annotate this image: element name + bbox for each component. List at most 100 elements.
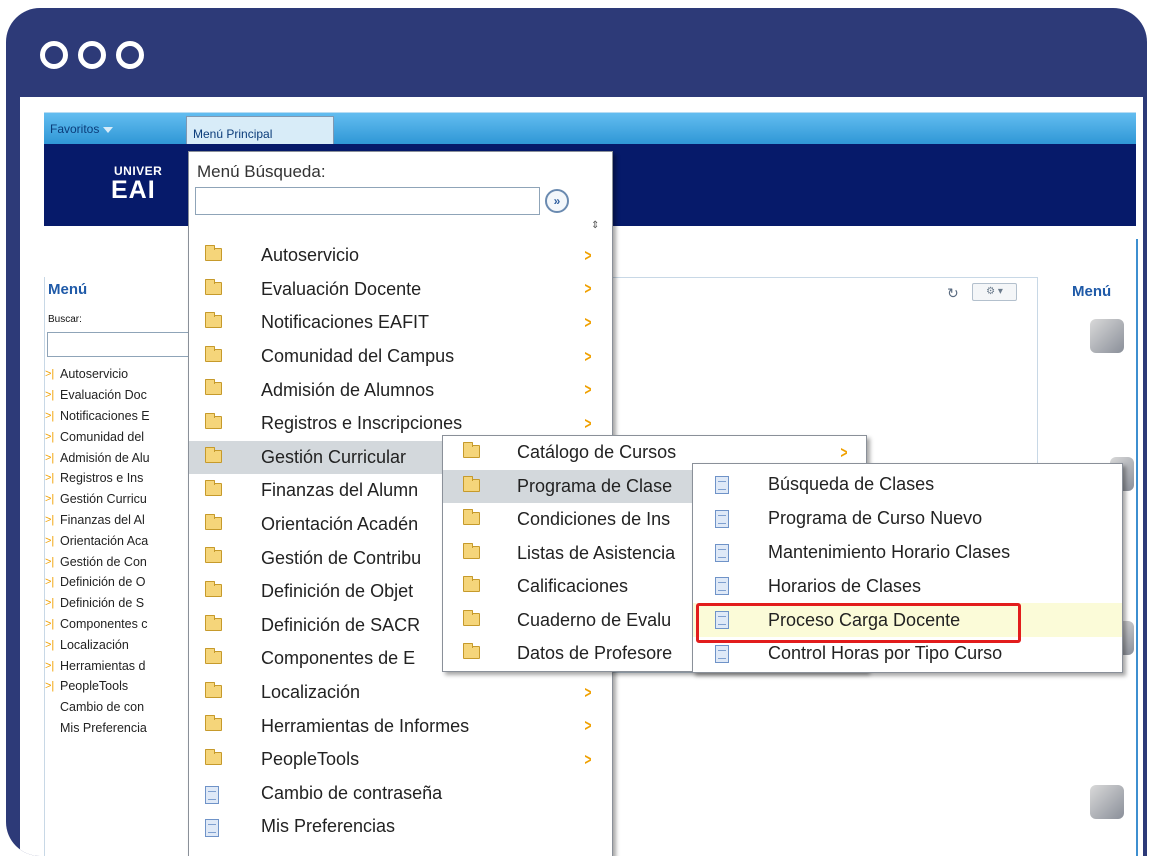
chevron-right-icon: >	[840, 442, 848, 462]
submenu-item-programa-curso-nuevo[interactable]: Programa de Curso Nuevo	[693, 502, 1122, 536]
chevron-right-icon: >	[584, 346, 592, 366]
top-nav-bar: Favoritos Menú Principal	[44, 112, 1136, 144]
left-menu-item[interactable]: >| PeopleTools	[45, 676, 193, 697]
left-menu-item[interactable]: >| Autoservicio	[45, 364, 193, 385]
menu-arrow-icon: >|	[45, 409, 55, 422]
folder-icon	[205, 748, 222, 765]
menu-arrow-icon: >|	[45, 534, 55, 547]
menu-arrow-icon: >|	[45, 597, 55, 610]
menu-arrow-icon: >|	[45, 430, 55, 443]
left-menu-item[interactable]: >| Localización	[45, 634, 193, 655]
left-menu-item[interactable]: >| Comunidad del	[45, 426, 193, 447]
submenu-item-busqueda-clases[interactable]: Búsqueda de Clases	[693, 468, 1122, 502]
submenu-item-mantenimiento-horario[interactable]: Mantenimiento Horario Clases	[693, 536, 1122, 570]
folder-icon	[205, 614, 222, 631]
menu-search-input[interactable]	[195, 187, 540, 215]
folder-icon	[205, 412, 222, 429]
logo-text-bottom: EAI	[111, 176, 156, 204]
chevron-right-icon: >	[584, 682, 592, 702]
chevron-right-icon: >	[584, 749, 592, 769]
left-menu-item[interactable]: >| Herramientas d	[45, 655, 193, 676]
left-menu-item[interactable]: >| Gestión de Con	[45, 551, 193, 572]
menu-arrow-icon: >|	[45, 638, 55, 651]
folder-icon	[205, 715, 222, 732]
folder-icon	[205, 547, 222, 564]
submenu-item-proceso-carga-docente[interactable]: Proceso Carga Docente	[693, 603, 1122, 643]
window-control-icon[interactable]	[116, 41, 144, 69]
left-menu-item[interactable]: >| Gestión Curricu	[45, 489, 193, 510]
sort-icon[interactable]: ⇕	[591, 220, 599, 231]
window-control-icon[interactable]	[40, 41, 68, 69]
left-menu-item[interactable]: >| Finanzas del Al	[45, 510, 193, 531]
folder-icon	[205, 681, 222, 698]
menu-item-cambio-contrasena[interactable]: Cambio de contraseña	[189, 777, 612, 811]
menu-item-localizacion[interactable]: Localización >	[189, 676, 612, 710]
caret-down-icon	[103, 126, 114, 133]
menu-search-label: Menú Búsqueda:	[197, 162, 326, 181]
folder-icon	[463, 542, 480, 559]
folder-icon	[205, 480, 222, 497]
menu-arrow-icon: >|	[45, 617, 55, 630]
left-menu-item[interactable]: >| Evaluación Doc	[45, 385, 193, 406]
left-search-label: Buscar:	[48, 314, 82, 325]
left-menu-item[interactable]: >| Definición de S	[45, 593, 193, 614]
chevron-right-icon: >	[584, 312, 592, 332]
chevron-right-icon: >	[584, 279, 592, 299]
refresh-icon[interactable]: ↻	[947, 285, 959, 302]
menu-arrow-icon: >|	[45, 472, 55, 485]
left-panel-title: Menú	[48, 281, 88, 298]
left-menu-item[interactable]: >| Orientación Aca	[45, 530, 193, 551]
chevron-right-icon: >	[584, 413, 592, 433]
workcenter-icon[interactable]	[1090, 785, 1124, 819]
menu-arrow-icon: >|	[45, 451, 55, 464]
folder-icon	[205, 648, 222, 665]
menu-item-mis-preferencias[interactable]: Mis Preferencias	[189, 810, 612, 844]
submenu-programa-clases: Búsqueda de Clases Programa de Curso Nue…	[692, 463, 1123, 673]
search-go-icon[interactable]: »	[545, 189, 569, 213]
folder-icon	[463, 509, 480, 525]
left-search-input[interactable]	[47, 332, 197, 357]
workcenter-icon[interactable]	[1090, 319, 1124, 353]
submenu-item-horarios-clases[interactable]: Horarios de Clases	[693, 569, 1122, 603]
left-menu-item[interactable]: Cambio de con	[45, 697, 193, 718]
menu-item-autoservicio[interactable]: Autoservicio >	[189, 239, 612, 273]
left-menu-item[interactable]: >| Notificaciones E	[45, 406, 193, 427]
menu-item-peopletools[interactable]: PeopleTools >	[189, 743, 612, 777]
window-control-icon[interactable]	[78, 41, 106, 69]
menu-arrow-icon: >|	[45, 555, 55, 568]
menu-item-evaluacion-docente[interactable]: Evaluación Docente >	[189, 273, 612, 307]
left-menu-item[interactable]: >| Registros e Ins	[45, 468, 193, 489]
menu-item-admision[interactable]: Admisión de Alumnos >	[189, 373, 612, 407]
menu-arrow-icon: >|	[45, 680, 55, 693]
tutorial-frame: Favoritos Menú Principal UNIVER EAI Menú…	[6, 8, 1147, 856]
document-icon	[205, 819, 219, 838]
menu-item-herramientas[interactable]: Herramientas de Informes >	[189, 709, 612, 743]
folder-icon	[463, 643, 480, 659]
folder-icon	[205, 513, 222, 530]
left-menu-panel: Menú Buscar: >| Autoservicio >| Evaluación…	[44, 277, 197, 856]
left-menu-item[interactable]: Mis Preferencia	[45, 718, 193, 739]
left-menu-item[interactable]: >| Admisión de Alu	[45, 447, 193, 468]
folder-icon	[463, 442, 480, 458]
main-menu-tab[interactable]: Menú Principal	[186, 116, 334, 144]
folder-icon	[205, 580, 222, 597]
menu-arrow-icon: >|	[45, 368, 55, 381]
folder-icon	[205, 345, 222, 362]
favorites-menu[interactable]: Favoritos	[50, 122, 114, 136]
menu-arrow-icon: >|	[45, 659, 55, 672]
left-menu-item[interactable]: >| Componentes c	[45, 614, 193, 635]
menu-arrow-icon: >|	[45, 513, 55, 526]
document-icon	[715, 644, 729, 663]
folder-icon	[205, 312, 222, 329]
menu-item-notificaciones[interactable]: Notificaciones EAFIT >	[189, 306, 612, 340]
window-controls	[40, 41, 144, 69]
right-panel-divider	[1136, 239, 1138, 856]
menu-item-comunidad[interactable]: Comunidad del Campus >	[189, 340, 612, 374]
document-icon	[715, 476, 729, 494]
left-menu-item[interactable]: >| Definición de O	[45, 572, 193, 593]
submenu-item-control-horas[interactable]: Control Horas por Tipo Curso	[693, 637, 1122, 671]
folder-icon	[205, 278, 222, 295]
folder-icon	[463, 609, 480, 626]
folder-icon	[463, 576, 480, 592]
gear-icon[interactable]: ⚙ ▾	[972, 283, 1017, 301]
